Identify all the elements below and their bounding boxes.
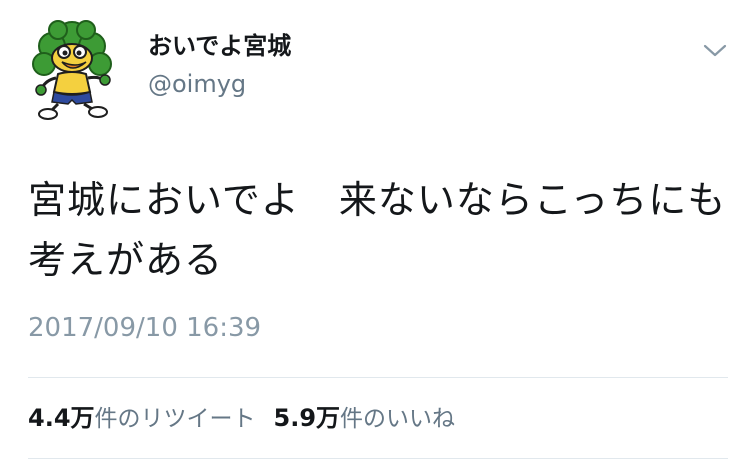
likes-stat[interactable]: 5.9万 件のいいね [274,398,456,433]
retweets-count: 4.4万 [28,404,95,432]
tweet-stats: 4.4万 件のリツイート 5.9万 件のいいね [28,398,473,433]
mascot-avatar-icon [32,20,112,120]
user-handle[interactable]: @oimyg [148,68,291,100]
tweet-menu-button[interactable] [702,42,728,60]
divider [28,458,728,459]
retweets-stat[interactable]: 4.4万 件のリツイート [28,398,256,433]
tweet-card: おいでよ宮城 @oimyg 宮城においでよ 来ないならこっちにも考えがある 20… [0,0,745,467]
display-name[interactable]: おいでよ宮城 [148,30,291,62]
likes-label: 件のいいね [340,406,456,432]
profile-avatar[interactable] [28,16,116,120]
retweets-label: 件のリツイート [94,406,256,432]
likes-count: 5.9万 [273,404,341,432]
divider [28,377,728,378]
user-info: おいでよ宮城 @oimyg [148,30,291,100]
tweet-timestamp[interactable]: 2017/09/10 16:39 [28,310,261,346]
chevron-down-icon [703,44,727,57]
tweet-text: 宮城においでよ 来ないならこっちにも考えがある [28,178,727,282]
